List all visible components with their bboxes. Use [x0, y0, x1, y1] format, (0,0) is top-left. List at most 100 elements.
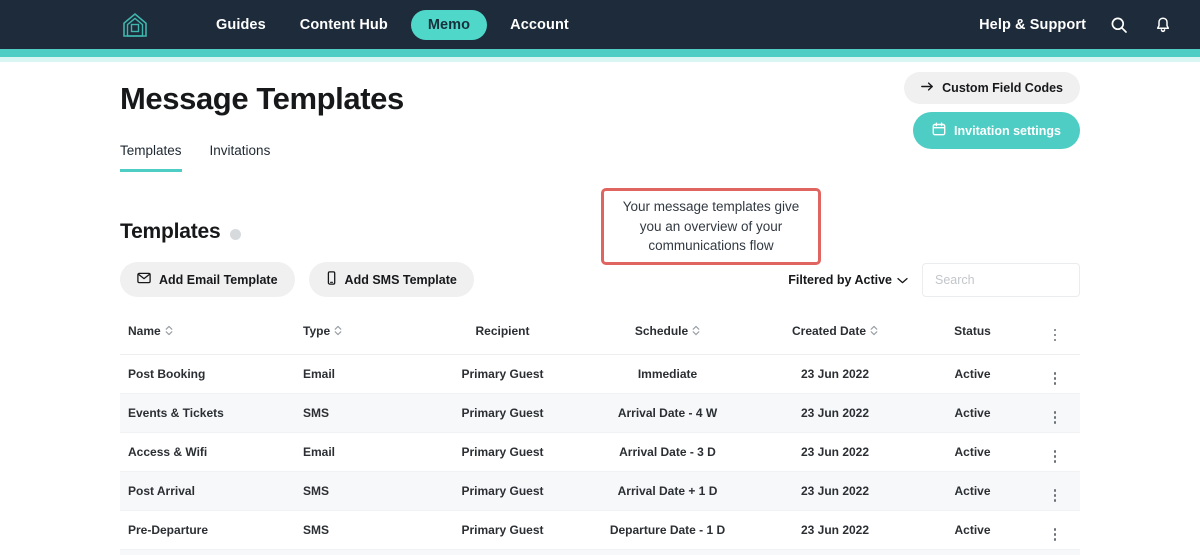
column-header-schedule-label: Schedule — [634, 323, 689, 338]
add-sms-template-label: Add SMS Template — [344, 272, 457, 287]
row-menu-cell[interactable] — [1030, 354, 1080, 394]
section-title: Templates — [120, 220, 221, 243]
cell-status: Active — [915, 471, 1030, 511]
search-icon[interactable] — [1108, 14, 1130, 36]
cell-name: Events & Tickets — [120, 393, 295, 433]
sort-toggle-icon — [165, 325, 173, 336]
cell-type: SMS — [295, 471, 425, 511]
toolbar-right-group: Filtered by Active — [788, 262, 1080, 297]
cell-type: Email — [295, 549, 425, 555]
cell-name: Post Arrival — [120, 471, 295, 511]
column-header-type-label: Type — [303, 323, 331, 338]
nav-link-account[interactable]: Account — [493, 17, 586, 33]
cell-status: Active — [915, 510, 1030, 550]
primary-nav: Guides Content Hub Memo Account — [199, 9, 586, 40]
header-actions: Custom Field Codes Invitation settings — [904, 72, 1080, 149]
filter-dropdown[interactable]: Filtered by Active — [788, 273, 908, 287]
nav-link-help-support[interactable]: Help & Support — [979, 17, 1086, 33]
cell-schedule: Arrival Date + 1 D — [580, 471, 755, 511]
page-content: Message Templates Custom Field Codes Inv… — [0, 62, 1200, 555]
invitation-settings-label: Invitation settings — [954, 123, 1061, 138]
annotation-callout-text: Your message templates give you an overv… — [622, 199, 800, 254]
cell-recipient: Primary Guest — [425, 354, 580, 394]
table-row[interactable]: Post Arrival SMS Primary Guest Arrival Date… — [120, 471, 1080, 511]
mobile-phone-icon — [326, 271, 337, 288]
templates-toolbar: Add Email Template Add SMS Template Filt… — [120, 262, 1080, 297]
kebab-menu-icon[interactable] — [1053, 328, 1057, 341]
tab-templates[interactable]: Templates — [120, 143, 182, 172]
sort-toggle-icon — [334, 325, 342, 336]
custom-field-codes-button[interactable]: Custom Field Codes — [904, 72, 1080, 104]
chevron-down-icon — [897, 273, 908, 287]
cell-type: SMS — [295, 393, 425, 433]
tab-invitations[interactable]: Invitations — [210, 143, 271, 172]
row-menu-cell[interactable] — [1030, 471, 1080, 511]
filter-dropdown-label: Filtered by Active — [788, 272, 892, 287]
cell-type: Email — [295, 432, 425, 472]
kebab-menu-icon[interactable] — [1053, 450, 1057, 463]
kebab-menu-icon[interactable] — [1053, 528, 1057, 541]
sort-toggle-icon — [870, 325, 878, 336]
search-input[interactable] — [922, 262, 1080, 297]
home-logo-icon[interactable] — [118, 8, 152, 42]
cell-name: Post Booking — [120, 354, 295, 394]
cell-status: Active — [915, 393, 1030, 433]
table-row[interactable]: Post Booking Email Primary Guest Immediate 2… — [120, 354, 1080, 394]
column-header-menu[interactable] — [1030, 320, 1080, 355]
row-menu-cell[interactable] — [1030, 393, 1080, 433]
cell-name: Access & Wifi — [120, 432, 295, 472]
column-header-created-date[interactable]: Created Date — [755, 320, 915, 355]
cell-schedule: Arrival Date - 4 W — [580, 393, 755, 433]
column-header-status: Status — [915, 320, 1030, 355]
table-body: Post Booking Email Primary Guest Immediate 2… — [120, 354, 1080, 555]
cell-created-date: 23 Jun 2022 — [755, 393, 915, 433]
table-row[interactable]: Access & Wifi Email Primary Guest Arrival D… — [120, 432, 1080, 472]
cell-name: Pre-Departure — [120, 510, 295, 550]
nav-link-memo[interactable]: Memo — [410, 9, 488, 40]
row-menu-cell[interactable] — [1030, 432, 1080, 472]
cell-created-date: 23 Jun 2022 — [755, 354, 915, 394]
add-email-template-button[interactable]: Add Email Template — [120, 262, 295, 297]
custom-field-codes-label: Custom Field Codes — [942, 81, 1063, 95]
cell-created-date: 23 Jun 2022 — [755, 510, 915, 550]
kebab-menu-icon[interactable] — [1053, 372, 1057, 385]
row-menu-cell[interactable] — [1030, 549, 1080, 555]
add-email-template-label: Add Email Template — [159, 272, 278, 287]
column-header-status-label: Status — [954, 323, 991, 338]
table-row[interactable]: Pre-Departure SMS Primary Guest Departure D… — [120, 510, 1080, 550]
row-menu-cell[interactable] — [1030, 510, 1080, 550]
cell-type: SMS — [295, 510, 425, 550]
column-header-recipient: Recipient — [425, 320, 580, 355]
accent-band — [0, 49, 1200, 57]
cell-recipient: Primary Guest — [425, 510, 580, 550]
cell-created-date: 23 Jun 2022 — [755, 549, 915, 555]
column-header-created-date-label: Created Date — [791, 323, 867, 338]
calendar-icon — [932, 122, 946, 139]
cell-status: Active — [915, 354, 1030, 394]
cell-recipient: Primary Guest — [425, 549, 580, 555]
column-header-name[interactable]: Name — [120, 320, 295, 355]
add-sms-template-button[interactable]: Add SMS Template — [308, 262, 474, 297]
notification-bell-icon[interactable] — [1152, 14, 1174, 36]
column-header-type[interactable]: Type — [295, 320, 425, 355]
toolbar-left-group: Add Email Template Add SMS Template — [120, 262, 474, 297]
cell-status: Active — [915, 432, 1030, 472]
cell-created-date: 23 Jun 2022 — [755, 432, 915, 472]
nav-right-group: Help & Support — [979, 14, 1174, 36]
templates-section-header: Templates — [120, 220, 1080, 244]
table-row[interactable]: Post-DepartureEmailPrimary GuestDepartur… — [120, 549, 1080, 555]
column-header-schedule[interactable]: Schedule — [580, 320, 755, 355]
templates-table: Name Type Recipient Schedule Created Dat… — [120, 320, 1080, 555]
cell-type: Email — [295, 354, 425, 394]
cell-schedule: Departure Date + 2 D — [580, 549, 755, 555]
invitation-settings-button[interactable]: Invitation settings — [913, 112, 1080, 149]
nav-link-guides[interactable]: Guides — [199, 17, 283, 33]
nav-link-content-hub[interactable]: Content Hub — [283, 17, 405, 33]
sort-toggle-icon — [692, 325, 700, 336]
table-row[interactable]: Events & Tickets SMS Primary Guest Arrival … — [120, 393, 1080, 433]
info-dot-icon[interactable] — [229, 228, 241, 240]
column-header-name-label: Name — [128, 323, 161, 338]
kebab-menu-icon[interactable] — [1053, 489, 1057, 502]
top-navbar: Guides Content Hub Memo Account Help & S… — [0, 0, 1200, 49]
kebab-menu-icon[interactable] — [1053, 411, 1057, 424]
